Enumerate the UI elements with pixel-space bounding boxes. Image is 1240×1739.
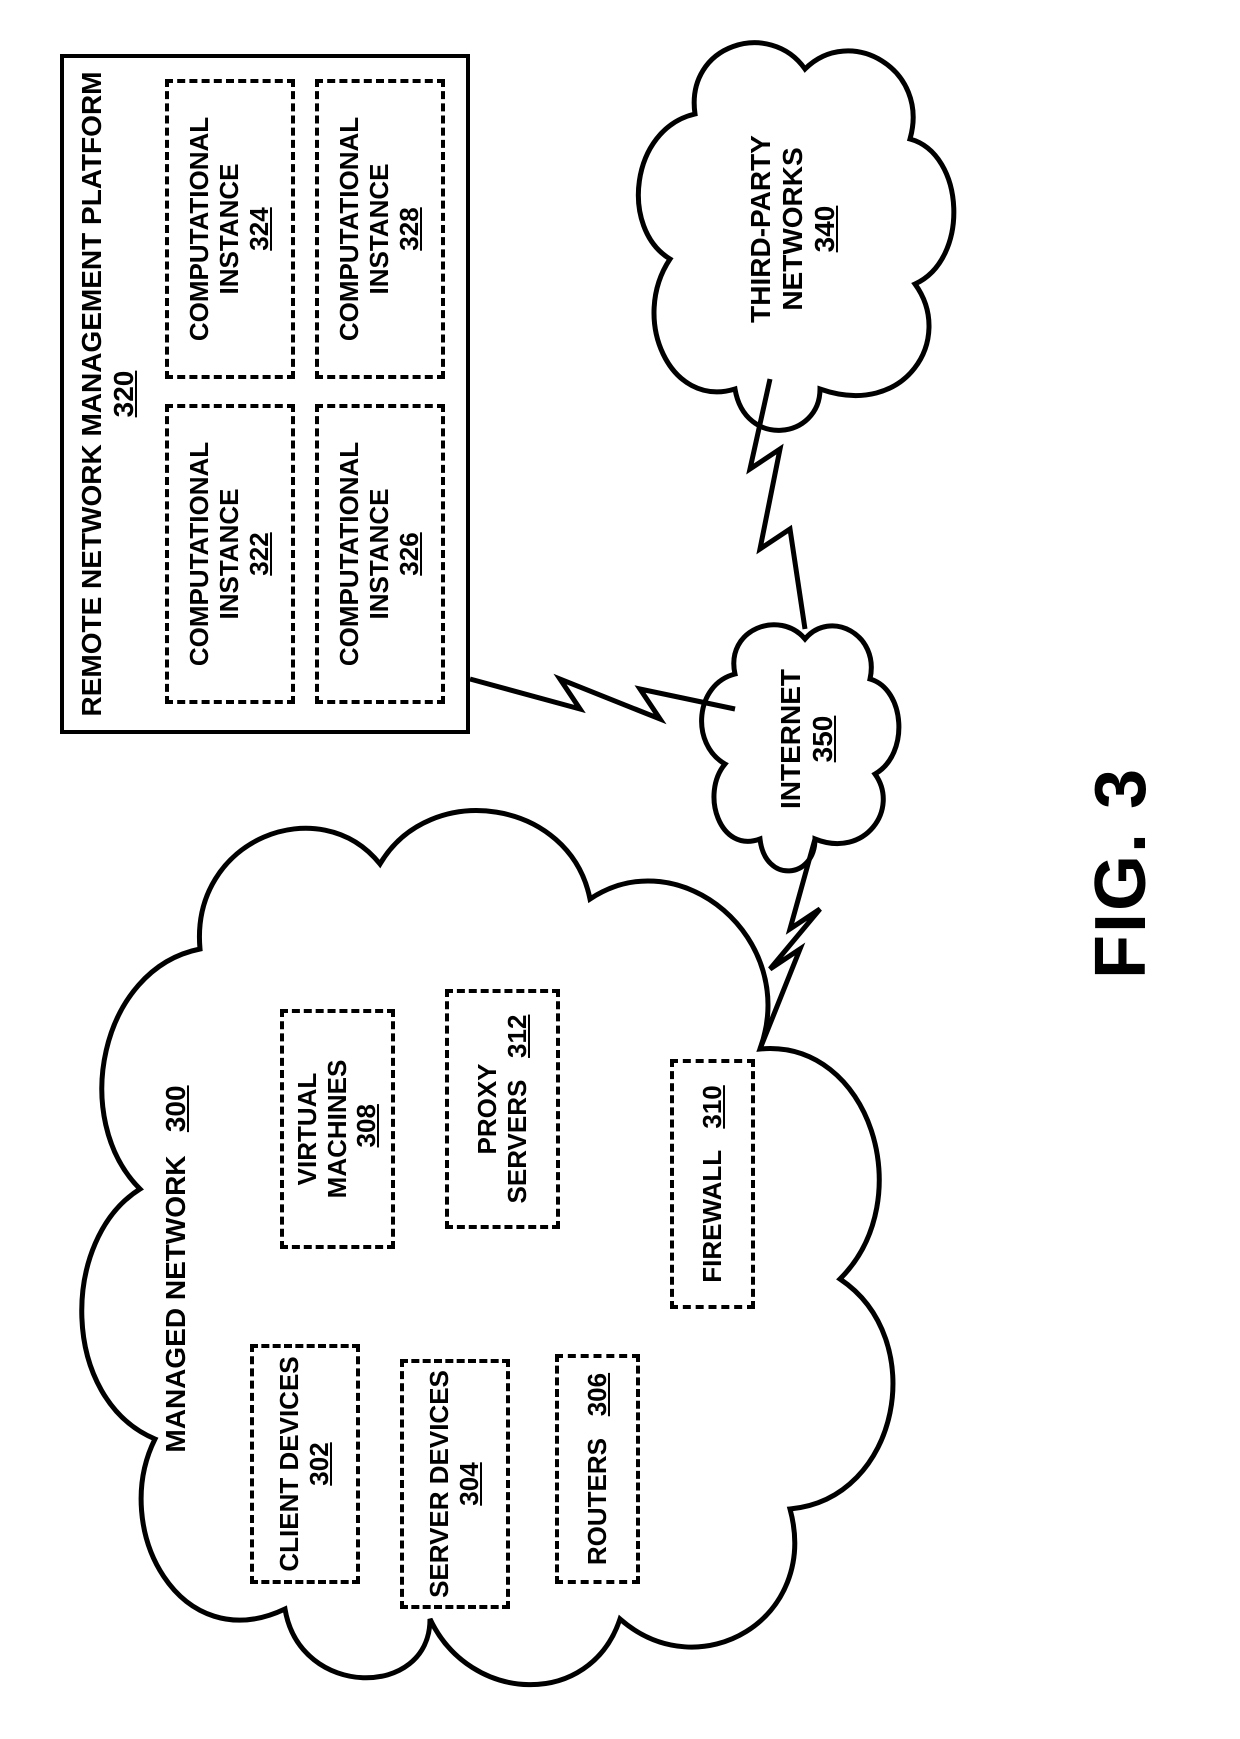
block-routers: ROUTERS 306 bbox=[555, 1354, 640, 1584]
managed-network-title: MANAGED NETWORK 300 bbox=[160, 1059, 192, 1479]
block-server-devices-label: SERVER DEVICES bbox=[425, 1370, 455, 1598]
block-proxy-servers-label-line2: SERVERS bbox=[502, 1080, 532, 1204]
block-instance-322: COMPUTATIONAL INSTANCE 322 bbox=[165, 404, 295, 704]
block-routers-num: 306 bbox=[582, 1373, 612, 1416]
block-client-devices-label: CLIENT DEVICES bbox=[275, 1356, 305, 1571]
cloud-internet bbox=[702, 625, 899, 871]
block-proxy-servers-label-line1: PROXY bbox=[473, 1063, 503, 1154]
block-instance-324-label: COMPUTATIONAL INSTANCE bbox=[185, 89, 245, 369]
block-instance-324: COMPUTATIONAL INSTANCE 324 bbox=[165, 79, 295, 379]
block-client-devices: CLIENT DEVICES 302 bbox=[250, 1344, 360, 1584]
block-server-devices-num: 304 bbox=[455, 1462, 485, 1505]
block-routers-label: ROUTERS bbox=[582, 1438, 612, 1565]
block-proxy-servers-num: 312 bbox=[502, 1015, 532, 1058]
internet-label: INTERNET 350 bbox=[775, 659, 839, 819]
figure-caption: FIG. 3 bbox=[1080, 767, 1162, 979]
block-instance-328: COMPUTATIONAL INSTANCE 328 bbox=[315, 79, 445, 379]
remote-platform-num: 320 bbox=[108, 58, 140, 730]
block-instance-326: COMPUTATIONAL INSTANCE 326 bbox=[315, 404, 445, 704]
block-instance-324-num: 324 bbox=[245, 207, 275, 250]
third-party-title: THIRD-PARTY NETWORKS bbox=[745, 114, 809, 344]
internet-title: INTERNET bbox=[775, 659, 807, 819]
managed-network-title-text: MANAGED NETWORK bbox=[160, 1155, 191, 1452]
remote-platform-title-text: REMOTE NETWORK MANAGEMENT PLATFORM bbox=[76, 58, 108, 730]
block-instance-322-num: 322 bbox=[245, 532, 275, 575]
internet-num: 350 bbox=[807, 659, 839, 819]
block-firewall-label: FIREWALL bbox=[697, 1150, 727, 1282]
block-virtual-machines-num: 308 bbox=[351, 1104, 381, 1147]
block-server-devices: SERVER DEVICES 304 bbox=[400, 1359, 510, 1609]
block-instance-326-num: 326 bbox=[395, 532, 425, 575]
link-internet-to-remote bbox=[470, 679, 735, 719]
block-virtual-machines-label: VIRTUAL MACHINES bbox=[293, 1019, 353, 1239]
block-firewall: FIREWALL 310 bbox=[670, 1059, 755, 1309]
block-client-devices-num: 302 bbox=[305, 1442, 335, 1485]
block-instance-326-label: COMPUTATIONAL INSTANCE bbox=[335, 414, 395, 694]
block-instance-322-label: COMPUTATIONAL INSTANCE bbox=[185, 414, 245, 694]
block-virtual-machines: VIRTUAL MACHINES . 308 bbox=[280, 1009, 395, 1249]
block-firewall-num: 310 bbox=[697, 1085, 727, 1128]
remote-platform-title: REMOTE NETWORK MANAGEMENT PLATFORM 320 bbox=[76, 58, 140, 730]
link-managed-to-internet bbox=[760, 839, 820, 1049]
block-instance-328-num: 328 bbox=[395, 207, 425, 250]
block-proxy-servers: PROXY SERVERS 312 bbox=[445, 989, 560, 1229]
block-instance-328-label: COMPUTATIONAL INSTANCE bbox=[335, 89, 395, 369]
third-party-label: THIRD-PARTY NETWORKS 340 bbox=[745, 114, 842, 344]
link-internet-to-thirdparty bbox=[750, 379, 805, 629]
third-party-num: 340 bbox=[809, 114, 841, 344]
cloud-third-party bbox=[638, 43, 953, 431]
managed-network-num: 300 bbox=[160, 1085, 191, 1132]
